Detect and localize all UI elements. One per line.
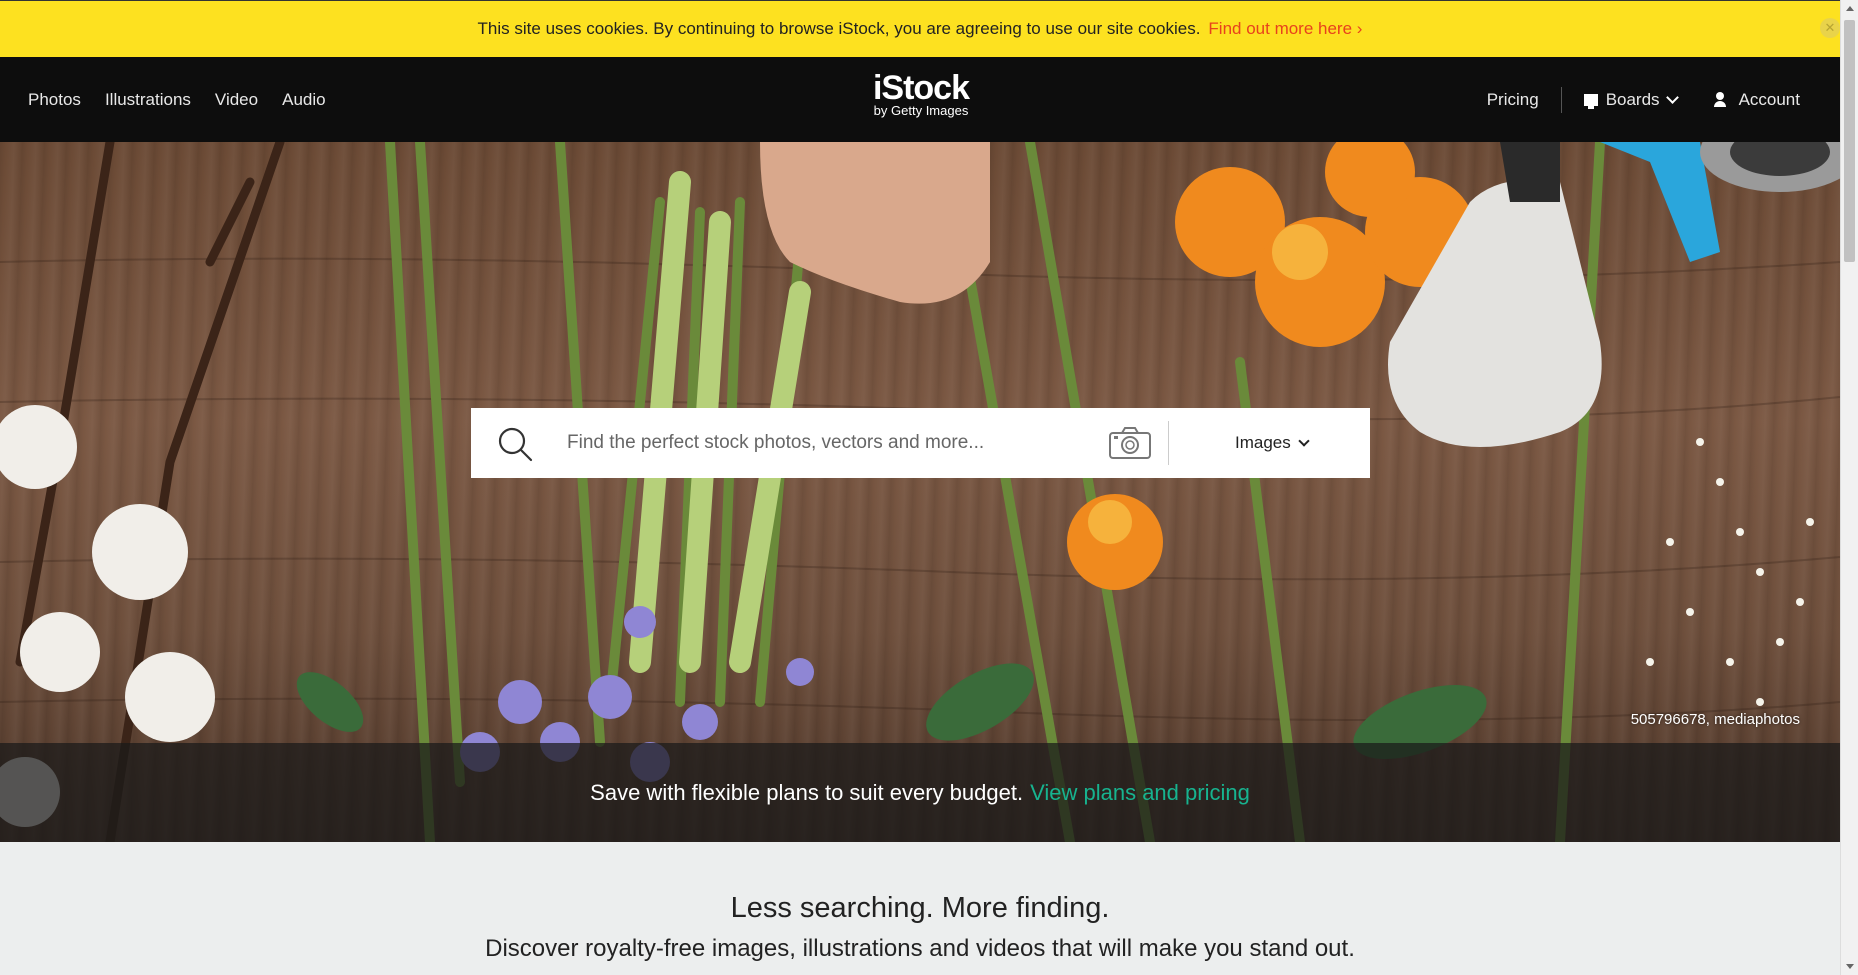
intro-section: Less searching. More finding. Discover r… [0, 842, 1840, 975]
secondary-nav: Pricing Boards Account [1487, 57, 1800, 142]
search-input[interactable] [567, 423, 1087, 463]
logo-brand: iStock [872, 69, 970, 107]
scroll-up-icon[interactable] [1846, 6, 1854, 11]
istock-logo[interactable]: iStock by Getty Images [866, 71, 976, 118]
boards-menu[interactable]: Boards [1583, 89, 1679, 110]
nav-photos[interactable]: Photos [28, 90, 81, 110]
nav-illustrations[interactable]: Illustrations [105, 90, 191, 110]
nav-audio[interactable]: Audio [282, 90, 325, 110]
boards-label: Boards [1605, 89, 1660, 109]
search-icon[interactable] [497, 426, 533, 462]
top-navigation: Photos Illustrations Video Audio iStock … [0, 57, 1840, 142]
nav-pricing[interactable]: Pricing [1487, 90, 1539, 110]
image-credit: 505796678, mediaphotos [1630, 711, 1800, 728]
nav-divider [1560, 86, 1562, 113]
promo-text: Save with flexible plans to suit every b… [590, 779, 1024, 805]
intro-title: Less searching. More finding. [730, 892, 1110, 924]
close-circle-icon[interactable]: ✕ [1820, 18, 1840, 38]
hero-banner: Images 505796678, mediaphotos Save with … [0, 142, 1840, 842]
scroll-down-icon[interactable] [1846, 964, 1854, 969]
hero-photo [0, 142, 1840, 842]
view-plans-link[interactable]: View plans and pricing [1030, 780, 1250, 806]
user-icon [1713, 91, 1727, 108]
cookie-more-link[interactable]: Find out more here › [1208, 19, 1362, 39]
boards-icon [1583, 93, 1598, 109]
chevron-down-icon [1298, 434, 1310, 447]
nav-video[interactable]: Video [215, 90, 258, 110]
intro-subtitle: Discover royalty-free images, illustrati… [485, 935, 1355, 962]
media-type-label: Images [1235, 433, 1291, 452]
page-scrollbar[interactable] [1840, 0, 1858, 975]
account-menu[interactable]: Account [1677, 90, 1800, 110]
cookie-banner: This site uses cookies. By continuing to… [0, 0, 1840, 57]
primary-nav: Photos Illustrations Video Audio [28, 57, 326, 142]
camera-icon[interactable] [1109, 426, 1151, 460]
media-type-select[interactable]: Images [1235, 408, 1310, 478]
logo-sub: by Getty Images [873, 103, 969, 118]
search-bar: Images [471, 408, 1370, 478]
cookie-message: This site uses cookies. By continuing to… [477, 19, 1201, 38]
search-divider [1168, 421, 1169, 465]
promo-band: Save with flexible plans to suit every b… [0, 743, 1840, 842]
scroll-thumb[interactable] [1844, 20, 1855, 262]
account-label: Account [1738, 89, 1800, 109]
page: This site uses cookies. By continuing to… [0, 0, 1858, 975]
